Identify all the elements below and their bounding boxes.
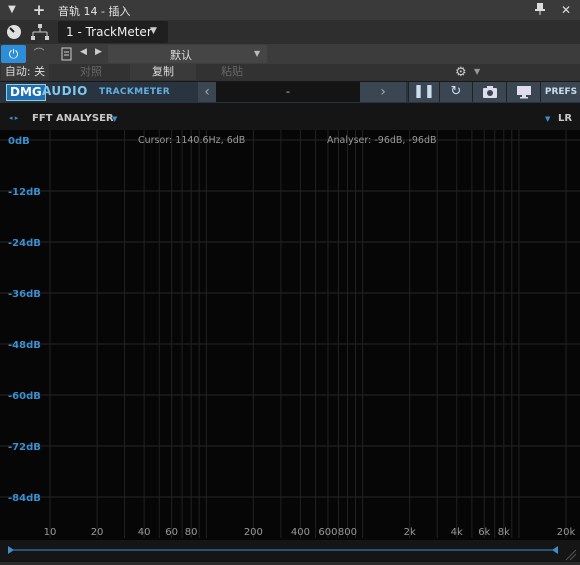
freq-label: 6k (478, 527, 490, 538)
db-label: -48dB (8, 340, 41, 351)
freq-label: 4k (451, 527, 463, 538)
db-label: -24dB (8, 238, 41, 249)
reset-icon[interactable]: ↻ (439, 82, 472, 102)
freq-label: 200 (244, 527, 263, 538)
chevron-down-icon[interactable]: ▼ (112, 115, 117, 123)
title-bar: ▼ + 音轨 14 - 插入 ✕ (0, 0, 580, 21)
bypass-knob-icon[interactable] (5, 23, 23, 41)
copy-button[interactable]: 复制 (130, 64, 196, 80)
pin-icon[interactable] (532, 2, 548, 18)
fft-grid: 0dB -12dB -24dB -36dB -48dB -60dB -72dB -84dB 10… (0, 130, 580, 538)
freq-label: 20k (557, 527, 576, 538)
freq-label: 600 (318, 527, 337, 538)
next-preset-icon[interactable]: ▶ (95, 47, 102, 57)
next-arrow-icon[interactable]: › (360, 82, 406, 102)
cursor-readout: Cursor: 1140.6Hz, 6dB (138, 135, 245, 146)
paste-button[interactable]: 粘贴 (198, 64, 266, 80)
dmg-logo: DMG (6, 84, 46, 101)
prev-arrow-icon[interactable]: ‹ (198, 82, 216, 102)
audio-logo: AUDIO (42, 84, 88, 98)
db-label: -60dB (8, 391, 41, 402)
freq-label: 60 (165, 527, 178, 538)
freq-label: 8k (498, 527, 510, 538)
freq-label: 20 (91, 527, 104, 538)
freq-label: 400 (291, 527, 310, 538)
prev-preset-icon[interactable]: ◀ (80, 47, 87, 57)
plugin-selector[interactable]: 1 - TrackMeter ▼ (58, 21, 168, 43)
freq-label: 2k (404, 527, 416, 538)
product-name: TRACKMETER (99, 87, 170, 97)
close-icon[interactable]: ✕ (558, 2, 574, 18)
routing-icon[interactable] (30, 23, 50, 41)
power-icon[interactable]: ⏻ (1, 45, 26, 63)
chevron-down-icon: ▼ (150, 26, 157, 36)
prefs-button[interactable]: PREFS (540, 82, 580, 102)
freq-label: 10 (44, 527, 57, 538)
db-label: -84dB (8, 493, 41, 504)
chevron-down-icon[interactable]: ▼ (474, 67, 480, 76)
range-slider-track[interactable] (0, 540, 580, 562)
analyser-readout: Analyser: -96dB, -96dB (327, 135, 437, 146)
channel-mode[interactable]: LR (558, 113, 572, 124)
compare-button[interactable]: 对照 (52, 64, 130, 80)
pause-icon[interactable]: ❚❚ (408, 82, 439, 102)
camera-icon[interactable] (472, 82, 506, 102)
automation-button[interactable]: 自动: 关 (1, 64, 49, 80)
monitor-icon[interactable] (506, 82, 540, 102)
freq-label: 80 (185, 527, 198, 538)
db-label: -36dB (8, 289, 41, 300)
db-label: -72dB (8, 442, 41, 453)
window-title: 音轨 14 - 插入 (58, 5, 131, 18)
preset-row (0, 44, 580, 64)
plus-icon[interactable]: + (31, 2, 47, 18)
gear-icon[interactable]: ⚙ (455, 65, 467, 80)
preset-selector[interactable]: 默认 ▼ (108, 45, 267, 63)
chevron-down-icon: ▼ (254, 49, 261, 58)
db-label: -12dB (8, 187, 41, 198)
db-label: 0dB (8, 136, 30, 147)
chevron-down-icon[interactable]: ▼ (545, 115, 550, 123)
preset-list-icon[interactable] (61, 47, 73, 61)
range-slider[interactable] (0, 540, 580, 562)
menu-triangle-icon[interactable]: ▼ (4, 2, 20, 18)
analyser-mode[interactable]: FFT ANALYSER (32, 113, 114, 124)
plugin-name: 1 - TrackMeter (66, 25, 152, 39)
curve-icon[interactable]: ⌒ (28, 45, 50, 63)
preset-label: 默认 (170, 49, 192, 62)
preset-name-display[interactable]: - (216, 82, 360, 102)
freq-label: 800 (338, 527, 357, 538)
freq-label: 40 (138, 527, 151, 538)
left-right-arrows-icon[interactable]: ◂ ▸ (9, 114, 18, 122)
